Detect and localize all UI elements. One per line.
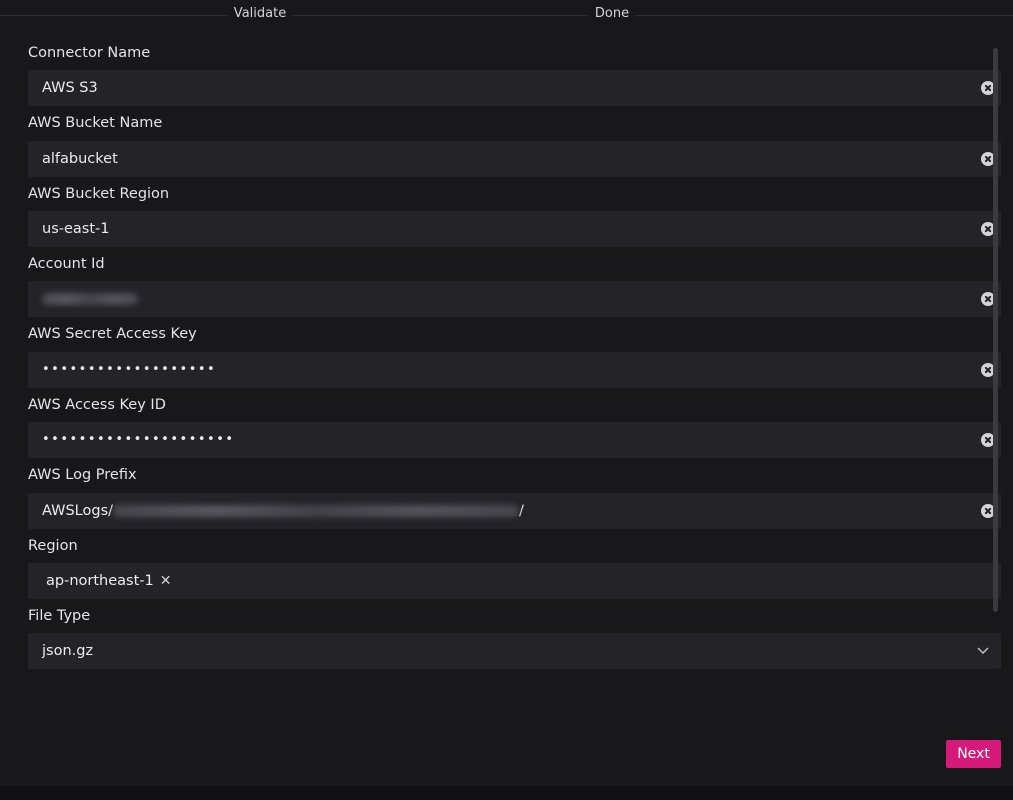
- redacted-value: [113, 505, 520, 517]
- connector-name-label: Connector Name: [28, 45, 151, 61]
- step-done[interactable]: Done: [588, 6, 636, 21]
- chevron-down-icon[interactable]: [977, 644, 989, 656]
- footer-bar: [0, 786, 1013, 800]
- bucket-name-field[interactable]: alfabucket: [28, 141, 1001, 177]
- bucket-region-label: AWS Bucket Region: [28, 186, 170, 202]
- bucket-name-value: alfabucket: [42, 151, 118, 167]
- account-id-field[interactable]: [28, 281, 1001, 317]
- account-id-value: [42, 281, 138, 317]
- file-type-select[interactable]: json.gz: [28, 633, 1001, 669]
- access-key-id-label: AWS Access Key ID: [28, 397, 166, 413]
- access-key-id-value: •••••••••••••••••••••: [42, 432, 235, 447]
- log-prefix-field[interactable]: AWSLogs/ /: [28, 493, 1001, 529]
- step-validate[interactable]: Validate: [227, 6, 293, 21]
- region-label: Region: [28, 538, 78, 554]
- redacted-value: [42, 293, 138, 305]
- connector-form-page: Validate Done Connector Name AWS S3 AWS …: [0, 0, 1013, 800]
- bucket-region-field[interactable]: us-east-1: [28, 211, 1001, 247]
- region-tag-label: ap-northeast-1: [46, 573, 154, 589]
- bucket-region-value: us-east-1: [42, 221, 110, 237]
- log-prefix-end: /: [519, 503, 524, 519]
- stepper: Validate Done: [0, 0, 1013, 30]
- log-prefix-value: AWSLogs/ /: [42, 493, 524, 529]
- connector-name-field[interactable]: AWS S3: [28, 70, 1001, 106]
- secret-key-value: •••••••••••••••••••: [42, 362, 217, 377]
- connector-name-value: AWS S3: [42, 80, 98, 96]
- close-icon[interactable]: ✕: [160, 573, 172, 589]
- bucket-name-label: AWS Bucket Name: [28, 115, 163, 131]
- access-key-id-field[interactable]: •••••••••••••••••••••: [28, 422, 1001, 458]
- log-prefix-label: AWS Log Prefix: [28, 467, 137, 483]
- file-type-value: json.gz: [42, 643, 94, 659]
- region-multiselect[interactable]: ap-northeast-1 ✕: [28, 563, 1001, 599]
- scrollbar[interactable]: [993, 48, 998, 612]
- secret-key-label: AWS Secret Access Key: [28, 326, 197, 342]
- account-id-label: Account Id: [28, 256, 105, 272]
- file-type-label: File Type: [28, 608, 91, 624]
- log-prefix-start: AWSLogs/: [42, 503, 114, 519]
- region-tag: ap-northeast-1 ✕: [46, 563, 171, 599]
- secret-key-field[interactable]: •••••••••••••••••••: [28, 352, 1001, 388]
- next-button[interactable]: Next: [946, 740, 1001, 768]
- stepper-line: [0, 15, 1013, 16]
